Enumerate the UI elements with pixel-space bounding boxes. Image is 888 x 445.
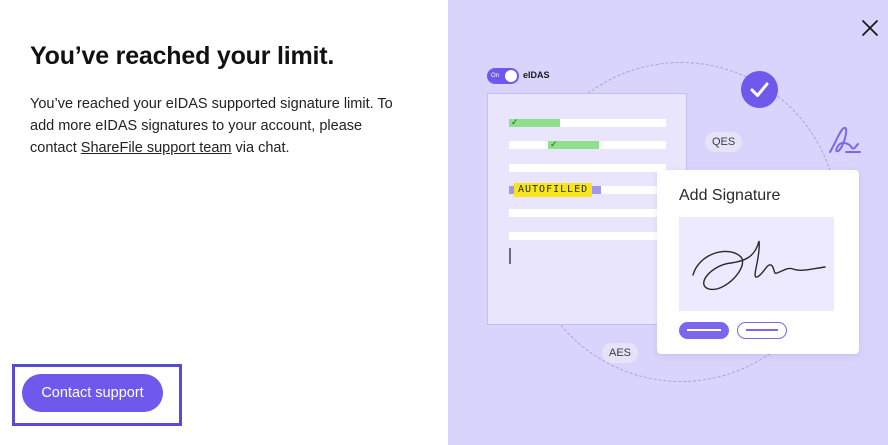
- qes-pill: QES: [705, 132, 743, 152]
- message-text-end: via chat.: [231, 140, 290, 156]
- toggle-state-label: On: [491, 73, 500, 79]
- add-signature-card: Add Signature: [657, 170, 859, 354]
- dialog-title: You’ve reached your limit.: [30, 42, 335, 70]
- dialog-content-panel: You’ve reached your limit. You’ve reache…: [0, 0, 448, 445]
- handwritten-signature: [692, 240, 826, 290]
- mini-check-icon: ✓: [511, 118, 519, 128]
- check-circle-icon: [741, 71, 778, 108]
- doc-line: [509, 232, 666, 240]
- signature-icon: [829, 126, 861, 153]
- checkmark-icon: [750, 82, 769, 97]
- eidas-toggle: On: [487, 68, 519, 84]
- autofilled-tag: AUTOFILLED: [514, 183, 593, 197]
- signature-pad: [679, 217, 834, 311]
- aes-pill: AES: [602, 343, 639, 363]
- dialog-message: You’ve reached your eIDAS supported sign…: [30, 93, 410, 159]
- doc-line: [509, 164, 666, 172]
- card-title: Add Signature: [679, 187, 781, 204]
- sharefile-support-link[interactable]: ShareFile support team: [81, 140, 232, 156]
- eidas-label: eIDAS: [523, 70, 550, 80]
- toggle-knob: [505, 70, 517, 82]
- card-secondary-button: [737, 322, 787, 339]
- button-line: [687, 329, 721, 331]
- mini-check-icon: ✓: [550, 140, 558, 150]
- button-line: [746, 329, 778, 331]
- text-cursor: [509, 248, 511, 264]
- close-icon[interactable]: [858, 16, 882, 40]
- doc-line: [509, 209, 666, 217]
- card-primary-button: [679, 322, 729, 339]
- contact-support-button[interactable]: Contact support: [22, 374, 163, 412]
